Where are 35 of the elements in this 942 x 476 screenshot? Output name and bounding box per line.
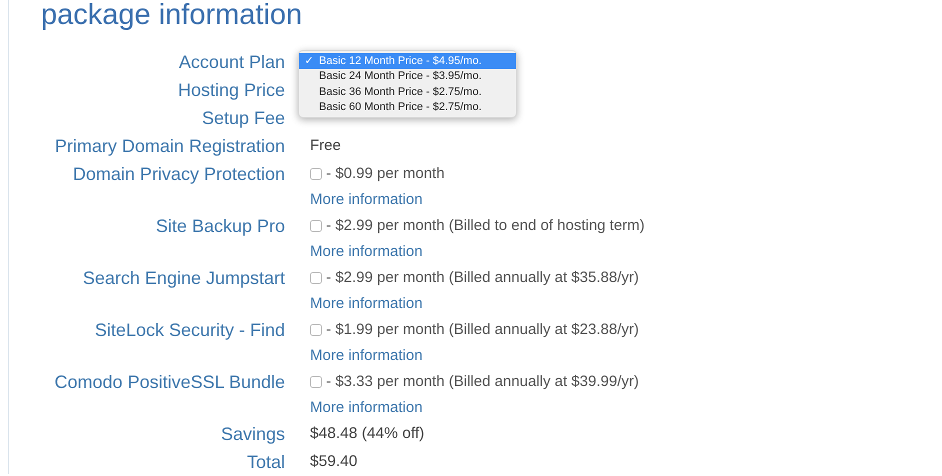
- field-value: $59.40: [310, 452, 358, 472]
- field-label: Search Engine Jumpstart: [82, 267, 285, 290]
- checkmark-icon: ✓: [304, 52, 314, 69]
- field-label: Hosting Price: [178, 79, 285, 102]
- section-title: package information: [41, 0, 304, 33]
- checkbox[interactable]: [310, 376, 322, 388]
- field-value: $48.48 (44% off): [310, 424, 424, 444]
- field-label: Site Backup Pro: [156, 215, 285, 238]
- plan-option[interactable]: ✓ Basic 12 Month Price - $4.95/mo.: [299, 53, 516, 68]
- price-text: - $2.99 per month (Billed to end of hosting term): [325, 216, 645, 236]
- field-label: Domain Privacy Protection: [72, 163, 285, 186]
- checkbox[interactable]: [310, 168, 322, 180]
- price-text: - $0.99 per month: [325, 164, 445, 184]
- plan-option[interactable]: Basic 60 Month Price - $2.75/mo.: [299, 100, 516, 115]
- more-information-link[interactable]: More information: [310, 344, 423, 368]
- field-label: Comodo PositiveSSL Bundle: [54, 371, 285, 394]
- field-label: SiteLock Security - Find: [94, 319, 285, 342]
- price-text: - $3.33 per month (Billed annually at $39.99/yr): [325, 372, 639, 392]
- checkbox[interactable]: [310, 272, 322, 284]
- price-text: - $2.99 per month (Billed annually at $35.88/yr): [325, 268, 639, 288]
- more-information-link[interactable]: More information: [310, 188, 423, 212]
- field-label: Account Plan: [178, 51, 285, 74]
- plan-option[interactable]: Basic 24 Month Price - $3.95/mo.: [299, 68, 516, 84]
- more-information-link[interactable]: More information: [310, 396, 423, 420]
- checkbox[interactable]: [310, 324, 322, 336]
- plan-option[interactable]: Basic 36 Month Price - $2.75/mo.: [299, 84, 516, 100]
- price-text: - $1.99 per month (Billed annually at $23.88/yr): [325, 320, 639, 340]
- field-label: Total: [246, 451, 285, 474]
- more-information-link[interactable]: More information: [310, 240, 423, 264]
- more-information-link[interactable]: More information: [310, 292, 423, 316]
- field-value: Free: [310, 136, 341, 156]
- field-label: Setup Fee: [202, 107, 285, 130]
- field-label: Primary Domain Registration: [54, 135, 285, 158]
- field-label: Savings: [220, 423, 285, 446]
- checkbox[interactable]: [310, 220, 322, 232]
